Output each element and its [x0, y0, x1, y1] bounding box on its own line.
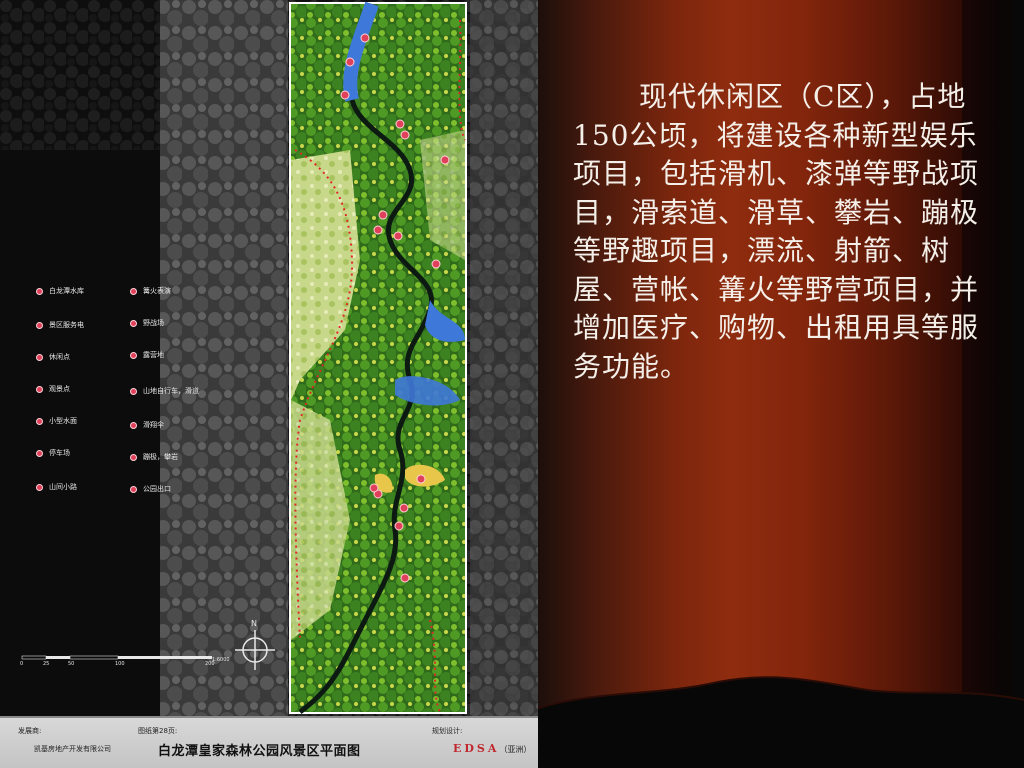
legend-item: 公园出口 — [130, 484, 171, 494]
legend-item: 景区服务电 — [36, 320, 84, 330]
legend-item: 露营地 — [130, 350, 164, 360]
legend-item: 山间小路 — [36, 482, 77, 492]
marker-icon — [130, 351, 137, 359]
marker-icon — [36, 321, 43, 329]
drawing-title-block: 发展商: 凯基房地产开发有限公司 图纸第28页: 白龙潭皇家森林公园风景区平面图… — [0, 716, 538, 768]
site-plan-image — [0, 0, 538, 716]
developer-name: 凯基房地产开发有限公司 — [34, 745, 111, 753]
legend-item: 小型水面 — [36, 416, 77, 426]
legend-item: 停车场 — [36, 448, 70, 458]
marker-icon — [130, 319, 137, 327]
site-plan-map: 白龙潭水库 景区服务电 休闲点 观景点 小型水面 停车场 山间小路 篝火表演 野… — [0, 0, 538, 768]
marker-icon — [36, 385, 43, 393]
legend-item: 野战场 — [130, 318, 164, 328]
scale-ratio: 1:6000 — [212, 657, 230, 663]
scale-label: 25 — [43, 661, 50, 667]
scale-label: 100 — [115, 661, 125, 667]
scale-bar — [21, 655, 212, 660]
slide-body-text: 现代休闲区（C区），占地150公顷，将建设各种新型娱乐项目，包括滑机、漆弹等野战… — [573, 80, 980, 383]
marker-icon — [36, 449, 43, 457]
legend-item: 篝火表演 — [130, 286, 171, 296]
legend-item: 休闲点 — [36, 352, 70, 362]
stage-floor — [538, 676, 1024, 768]
marker-icon — [130, 453, 137, 461]
scale-label: 0 — [20, 661, 24, 667]
marker-icon — [36, 287, 43, 295]
designer-label: 规划设计: — [432, 727, 463, 735]
marker-icon — [130, 421, 137, 429]
legend-item: 滑翔伞 — [130, 420, 164, 430]
legend-item: 山地自行车，滑道 — [130, 386, 199, 396]
marker-icon — [130, 287, 137, 295]
north-label: N — [251, 619, 257, 628]
marker-icon — [36, 483, 43, 491]
marker-icon — [130, 485, 137, 493]
legend-item: 蹦极，攀岩 — [130, 452, 178, 462]
designer-name: EDSA（亚洲） — [453, 742, 532, 755]
marker-icon — [36, 353, 43, 361]
marker-icon — [36, 417, 43, 425]
marker-icon — [130, 387, 137, 395]
drawing-title: 白龙潭皇家森林公园风景区平面图 — [158, 744, 361, 759]
developer-label: 发展商: — [18, 727, 42, 735]
scale-label: 50 — [68, 661, 75, 667]
legend-item: 观景点 — [36, 384, 70, 394]
sheet-label: 图纸第28页: — [138, 727, 178, 735]
legend-item: 白龙潭水库 — [36, 286, 84, 296]
